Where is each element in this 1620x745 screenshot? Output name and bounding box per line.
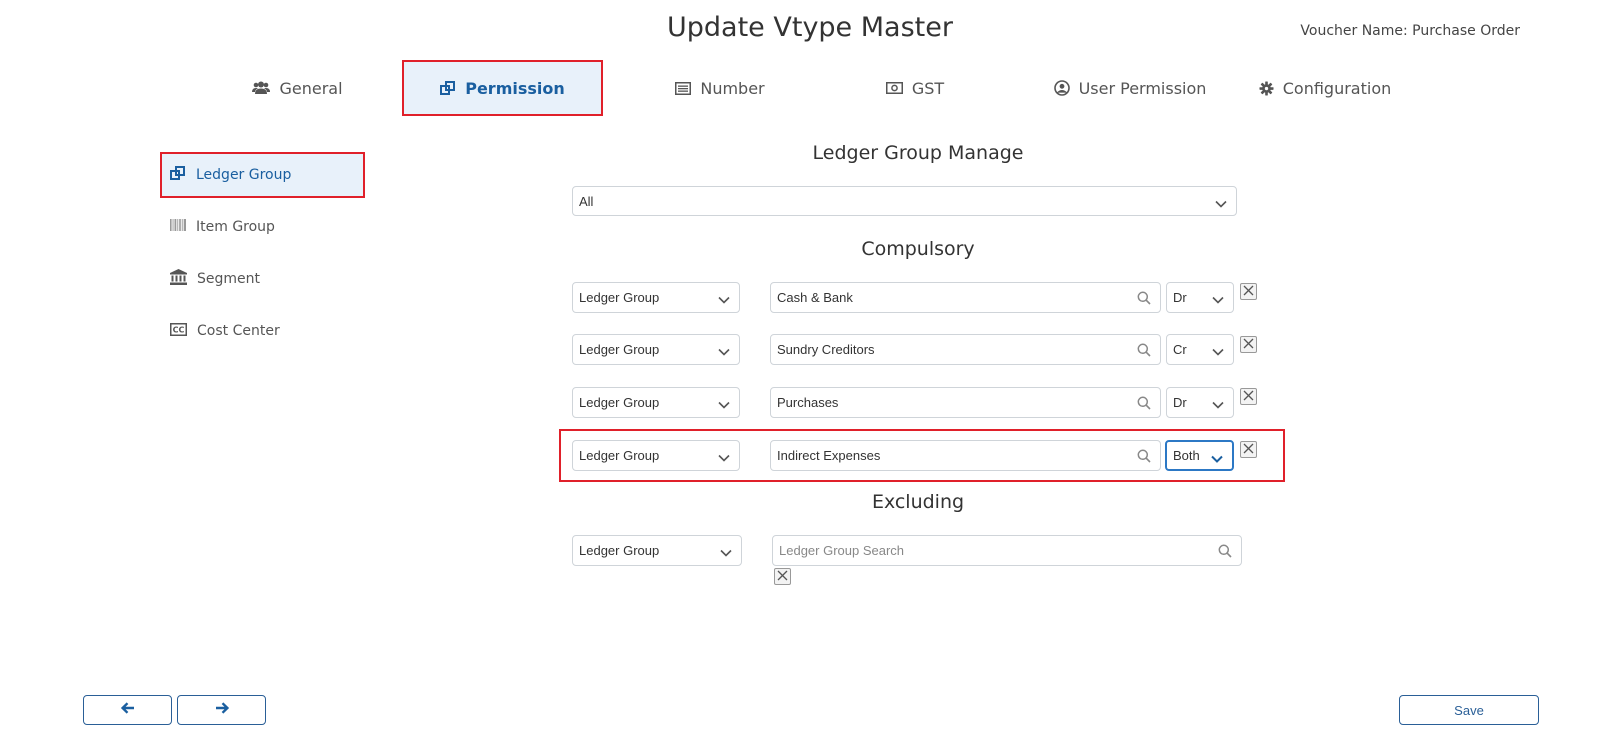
ledger-type-select[interactable]: Ledger Group (572, 282, 740, 313)
ledger-search-field[interactable]: Cash & Bank (770, 282, 1161, 313)
field-value: Cash & Bank (777, 290, 853, 305)
ledger-type-select[interactable]: Ledger Group (572, 440, 740, 471)
chevron-down-icon (1215, 196, 1227, 211)
voucher-name: Voucher Name: Purchase Order (1300, 23, 1520, 39)
cc-icon: CC (170, 322, 187, 340)
users-icon (252, 81, 271, 95)
previous-button[interactable] (83, 695, 172, 725)
chevron-down-icon (1211, 451, 1223, 466)
search-icon[interactable] (1137, 291, 1151, 308)
chevron-down-icon (1212, 397, 1224, 412)
ledger-type-select[interactable]: Ledger Group (572, 334, 740, 365)
search-icon[interactable] (1137, 396, 1151, 413)
close-icon (1243, 283, 1254, 301)
user-circle-icon (1053, 80, 1070, 96)
list-icon (675, 81, 692, 95)
tab-gst[interactable]: GST (865, 60, 965, 116)
select-value: Ledger Group (579, 543, 660, 558)
ledger-group-manage-select[interactable]: All (572, 186, 1237, 216)
ledger-search-field[interactable]: Indirect Expenses (770, 440, 1161, 471)
svg-text:CC: CC (173, 325, 185, 334)
tab-label: GST (911, 78, 945, 98)
sidebar-item-item-group[interactable]: Item Group (160, 204, 365, 250)
compulsory-title: Compulsory (861, 238, 975, 260)
dr-cr-select[interactable]: Dr (1166, 387, 1234, 418)
close-icon (777, 568, 788, 586)
chevron-down-icon (718, 450, 730, 465)
tab-label: Configuration (1282, 78, 1392, 98)
remove-row-button[interactable] (1240, 441, 1257, 458)
tab-label: General (279, 78, 343, 98)
select-value: Both (1173, 448, 1200, 463)
tab-permission[interactable]: Permission (402, 60, 603, 116)
select-value: Ledger Group (579, 342, 660, 357)
tab-label: User Permission (1078, 78, 1207, 98)
arrow-left-icon (120, 701, 135, 719)
close-icon (1243, 441, 1254, 459)
chevron-down-icon (718, 344, 730, 359)
ledger-group-manage-title: Ledger Group Manage (812, 142, 1024, 164)
next-button[interactable] (177, 695, 266, 725)
excluding-type-select[interactable]: Ledger Group (572, 535, 742, 566)
tab-user-permission[interactable]: User Permission (1035, 60, 1225, 116)
chevron-down-icon (720, 545, 732, 560)
gear-icon (1259, 80, 1274, 96)
select-value: Ledger Group (579, 290, 660, 305)
dr-cr-select[interactable]: Cr (1166, 334, 1234, 365)
tab-general[interactable]: General (230, 60, 365, 116)
sidebar-item-ledger-group[interactable]: Ledger Group (160, 152, 365, 198)
dr-cr-select[interactable]: Both (1165, 440, 1234, 471)
remove-row-button[interactable] (774, 568, 791, 585)
search-icon[interactable] (1137, 343, 1151, 360)
remove-row-button[interactable] (1240, 336, 1257, 353)
select-value: Dr (1173, 290, 1187, 305)
chevron-down-icon (1212, 344, 1224, 359)
clone-icon (170, 165, 186, 185)
remove-row-button[interactable] (1240, 283, 1257, 300)
chevron-down-icon (718, 292, 730, 307)
tab-label: Number (700, 78, 765, 98)
barcode-icon (170, 219, 186, 235)
tab-bar: General Permission Number GST User Permi… (0, 60, 1620, 116)
field-value: Purchases (777, 395, 839, 410)
save-button[interactable]: Save (1399, 695, 1539, 725)
search-placeholder: Ledger Group Search (779, 543, 905, 558)
sidebar-item-label: Ledger Group (196, 167, 292, 183)
search-icon[interactable] (1218, 544, 1232, 561)
field-value: Indirect Expenses (777, 448, 881, 463)
select-value: All (579, 193, 594, 209)
remove-row-button[interactable] (1240, 388, 1257, 405)
clone-icon (440, 80, 456, 96)
select-value: Dr (1173, 395, 1187, 410)
tab-number[interactable]: Number (650, 60, 790, 116)
ledger-search-field[interactable]: Sundry Creditors (770, 334, 1161, 365)
arrow-right-icon (215, 701, 229, 719)
bank-icon (170, 269, 187, 289)
tab-label: Permission (465, 78, 565, 98)
dr-cr-select[interactable]: Dr (1166, 282, 1234, 313)
chevron-down-icon (718, 397, 730, 412)
search-icon[interactable] (1137, 449, 1151, 466)
ledger-type-select[interactable]: Ledger Group (572, 387, 740, 418)
sidebar-item-label: Segment (197, 271, 260, 287)
ledger-group-search-input[interactable]: Ledger Group Search (772, 535, 1242, 566)
sidebar-item-segment[interactable]: Segment (160, 256, 365, 302)
close-icon (1243, 336, 1254, 354)
chevron-down-icon (1212, 292, 1224, 307)
money-icon (885, 82, 903, 94)
tab-configuration[interactable]: Configuration (1250, 60, 1400, 116)
select-value: Ledger Group (579, 395, 660, 410)
sidebar-item-label: Cost Center (197, 323, 280, 339)
excluding-title: Excluding (871, 491, 965, 513)
close-icon (1243, 388, 1254, 406)
ledger-search-field[interactable]: Purchases (770, 387, 1161, 418)
field-value: Sundry Creditors (777, 342, 875, 357)
sidebar-item-label: Item Group (196, 219, 275, 235)
select-value: Ledger Group (579, 448, 660, 463)
select-value: Cr (1173, 342, 1187, 357)
sidebar-item-cost-center[interactable]: CC Cost Center (160, 308, 365, 354)
